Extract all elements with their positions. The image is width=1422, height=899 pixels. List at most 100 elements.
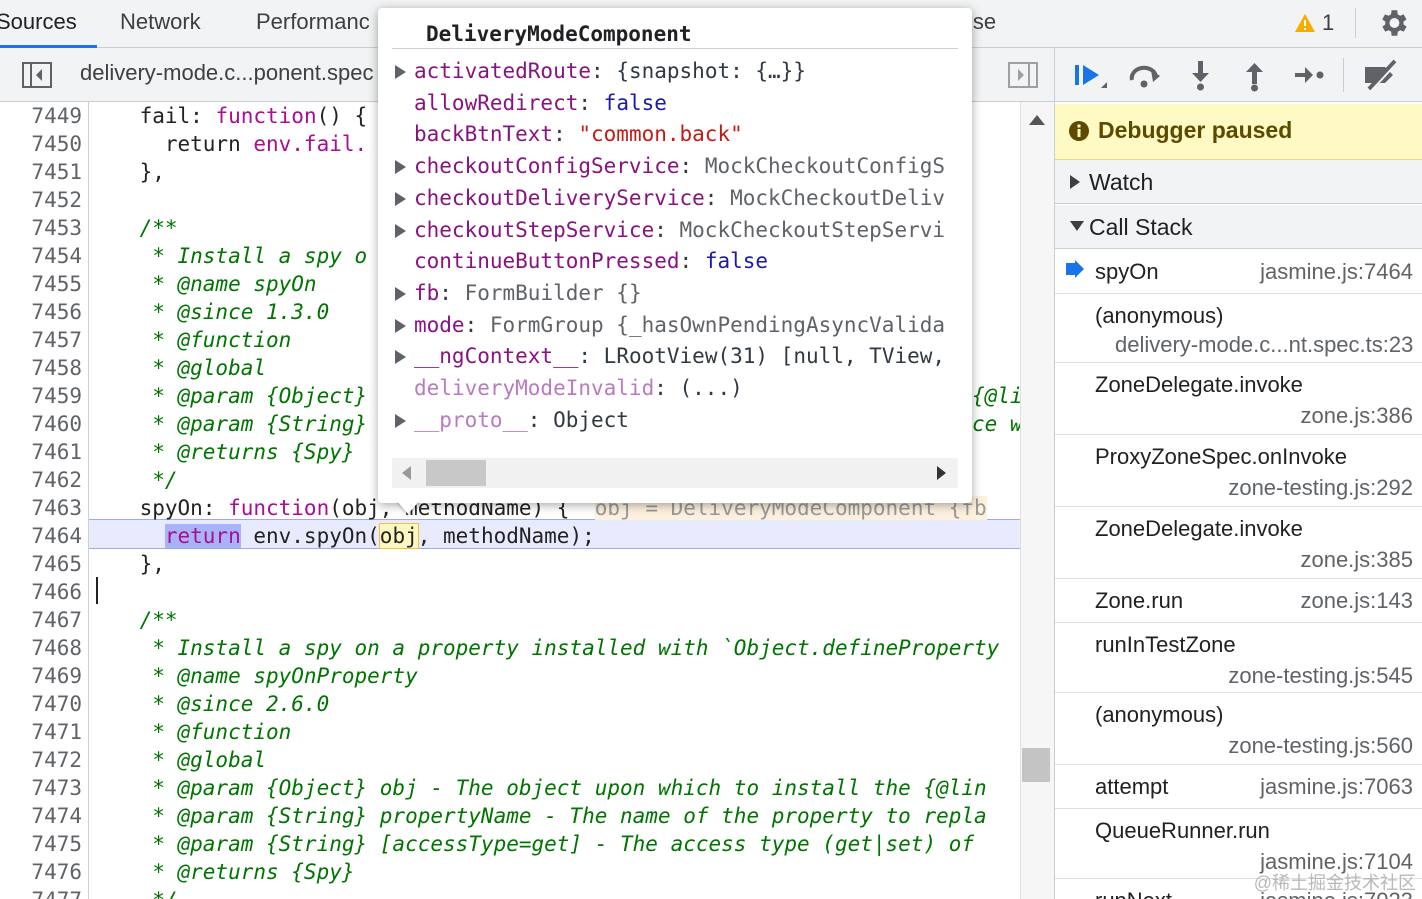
expand-triangle-icon[interactable] (395, 318, 406, 333)
call-frame[interactable]: (anonymous) delivery-mode.c...nt.spec.ts:… (1055, 294, 1422, 363)
expand-triangle-icon[interactable] (395, 223, 406, 238)
resume-icon[interactable] (1073, 58, 1109, 97)
line-number[interactable]: 7455 (0, 270, 82, 298)
line-number[interactable]: 7473 (0, 774, 82, 802)
line-number[interactable]: 7474 (0, 802, 82, 830)
line-number[interactable]: 7460 (0, 410, 82, 438)
call-frame[interactable]: ZoneDelegate.invoke zone.js:386 (1055, 363, 1422, 435)
step-out-icon[interactable] (1237, 58, 1273, 97)
line-number[interactable]: 7453 (0, 214, 82, 242)
expand-triangle-icon[interactable] (395, 65, 406, 79)
call-frame[interactable]: attempt jasmine.js:7063 (1055, 765, 1422, 809)
tab-network[interactable]: Network (120, 0, 201, 48)
property-row[interactable]: activatedRoute: {snapshot: {…}} (392, 56, 960, 86)
step-into-icon[interactable] (1183, 58, 1219, 97)
scroll-up-arrow-icon[interactable] (1029, 115, 1045, 125)
line-number[interactable]: 7451 (0, 158, 82, 186)
object-preview-popover[interactable]: DeliveryModeComponent activatedRoute: {s… (378, 8, 972, 503)
line-number-gutter[interactable]: 7449 7450 7451 7452 7453 7454 7455 7456 7457 7458… (0, 102, 89, 899)
line-number[interactable]: 7470 (0, 690, 82, 718)
property-row[interactable]: fb: FormBuilder {} (392, 278, 960, 308)
settings-gear-icon[interactable] (1376, 6, 1410, 45)
line-number[interactable]: 7456 (0, 298, 82, 326)
line-number[interactable]: 7452 (0, 186, 82, 214)
deactivate-breakpoints-icon[interactable] (1361, 58, 1403, 97)
frame-location[interactable]: zone-testing.js:545 (1228, 663, 1413, 689)
call-frame[interactable]: Zone.run zone.js:143 (1055, 579, 1422, 623)
code-comment: */ (89, 468, 178, 492)
property-row[interactable]: allowRedirect: false (392, 88, 960, 118)
property-row[interactable]: __ngContext__: LRootView(31) [null, TVie… (392, 341, 960, 371)
line-number[interactable]: 7450 (0, 130, 82, 158)
line-number[interactable]: 7477 (0, 886, 82, 899)
property-row[interactable]: checkoutDeliveryService: MockCheckoutDel… (392, 183, 960, 213)
call-frame[interactable]: (anonymous) zone-testing.js:560 (1055, 693, 1422, 765)
frame-location[interactable]: zone-testing.js:292 (1228, 475, 1413, 501)
property-key: checkoutConfigService: MockCheckoutConfi… (414, 154, 946, 179)
scroll-left-arrow-icon[interactable] (402, 466, 411, 480)
popover-divider (392, 48, 958, 49)
line-number[interactable]: 7449 (0, 102, 82, 130)
frame-location[interactable]: jasmine.js:7063 (1260, 774, 1413, 800)
property-row[interactable]: __proto__: Object (392, 405, 960, 435)
expand-triangle-icon[interactable] (395, 191, 406, 206)
scroll-right-arrow-icon[interactable] (937, 466, 946, 480)
frame-location[interactable]: zone.js:386 (1300, 403, 1413, 429)
debugger-paused-banner: Debugger paused (1055, 104, 1422, 160)
line-number[interactable]: 7457 (0, 326, 82, 354)
line-number[interactable]: 7459 (0, 382, 82, 410)
toggle-navigator-icon[interactable] (22, 62, 52, 93)
property-row[interactable]: checkoutConfigService: MockCheckoutConfi… (392, 151, 960, 181)
hovered-token[interactable]: obj (378, 523, 419, 549)
line-number[interactable]: 7464 (0, 522, 82, 550)
frame-location[interactable]: zone.js:385 (1300, 547, 1413, 573)
warnings-button[interactable]: 1 (1294, 8, 1334, 38)
line-number[interactable]: 7465 (0, 550, 82, 578)
tab-performance[interactable]: Performanc (256, 0, 370, 48)
line-number[interactable]: 7476 (0, 858, 82, 886)
expand-triangle-icon[interactable] (395, 413, 406, 428)
property-row[interactable]: backBtnText: "common.back" (392, 119, 960, 149)
frame-location[interactable]: zone.js:143 (1300, 588, 1413, 614)
editor-file-tab[interactable]: delivery-mode.c...ponent.spec (80, 60, 374, 86)
expand-triangle-icon[interactable] (395, 160, 406, 175)
expand-triangle-icon[interactable] (395, 286, 406, 301)
line-number[interactable]: 7462 (0, 466, 82, 494)
line-number[interactable]: 7463 (0, 494, 82, 522)
popover-scroll-thumb[interactable] (426, 460, 486, 486)
property-row[interactable]: mode: FormGroup {_hasOwnPendingAsyncVali… (392, 310, 960, 340)
call-frame[interactable]: ProxyZoneSpec.onInvoke zone-testing.js:29… (1055, 435, 1422, 507)
editor-scroll-thumb[interactable] (1022, 748, 1050, 782)
call-frame[interactable]: spyOn jasmine.js:7464 (1055, 250, 1422, 294)
line-number[interactable]: 7469 (0, 662, 82, 690)
step-icon[interactable] (1291, 58, 1327, 97)
property-row[interactable]: checkoutStepService: MockCheckoutStepSer… (392, 215, 960, 245)
line-number[interactable]: 7458 (0, 354, 82, 382)
property-row[interactable]: continueButtonPressed: false (392, 246, 960, 276)
expand-triangle-icon[interactable] (395, 350, 406, 365)
line-number[interactable]: 7475 (0, 830, 82, 858)
toggle-debugger-sidebar-icon[interactable] (1008, 62, 1038, 93)
line-number[interactable]: 7468 (0, 634, 82, 662)
call-frame[interactable]: ZoneDelegate.invoke zone.js:385 (1055, 507, 1422, 579)
frame-location[interactable]: delivery-mode.c...nt.spec.ts:23 (1115, 332, 1413, 358)
code-comment: * @returns {Spy} (89, 860, 355, 884)
property-key: deliveryModeInvalid: (...) (414, 376, 743, 400)
line-number[interactable]: 7471 (0, 718, 82, 746)
line-number[interactable]: 7454 (0, 242, 82, 270)
tab-hidden[interactable]: ise (968, 0, 996, 48)
line-number[interactable]: 7466 (0, 578, 82, 606)
frame-location[interactable]: zone-testing.js:560 (1228, 733, 1413, 759)
code-line: return env.spyOn(obj, methodName); (89, 522, 1020, 550)
step-over-icon[interactable] (1127, 58, 1163, 97)
popover-horizontal-scrollbar[interactable] (392, 458, 958, 488)
line-number[interactable]: 7472 (0, 746, 82, 774)
callstack-section-header[interactable]: Call Stack (1055, 205, 1422, 249)
watch-section-header[interactable]: Watch (1055, 160, 1422, 204)
line-number[interactable]: 7467 (0, 606, 82, 634)
property-row[interactable]: deliveryModeInvalid: (...) (392, 373, 960, 403)
call-frame[interactable]: runInTestZone zone-testing.js:545 (1055, 623, 1422, 693)
tab-sources[interactable]: Sources (0, 0, 97, 48)
frame-location[interactable]: jasmine.js:7464 (1260, 259, 1413, 285)
line-number[interactable]: 7461 (0, 438, 82, 466)
